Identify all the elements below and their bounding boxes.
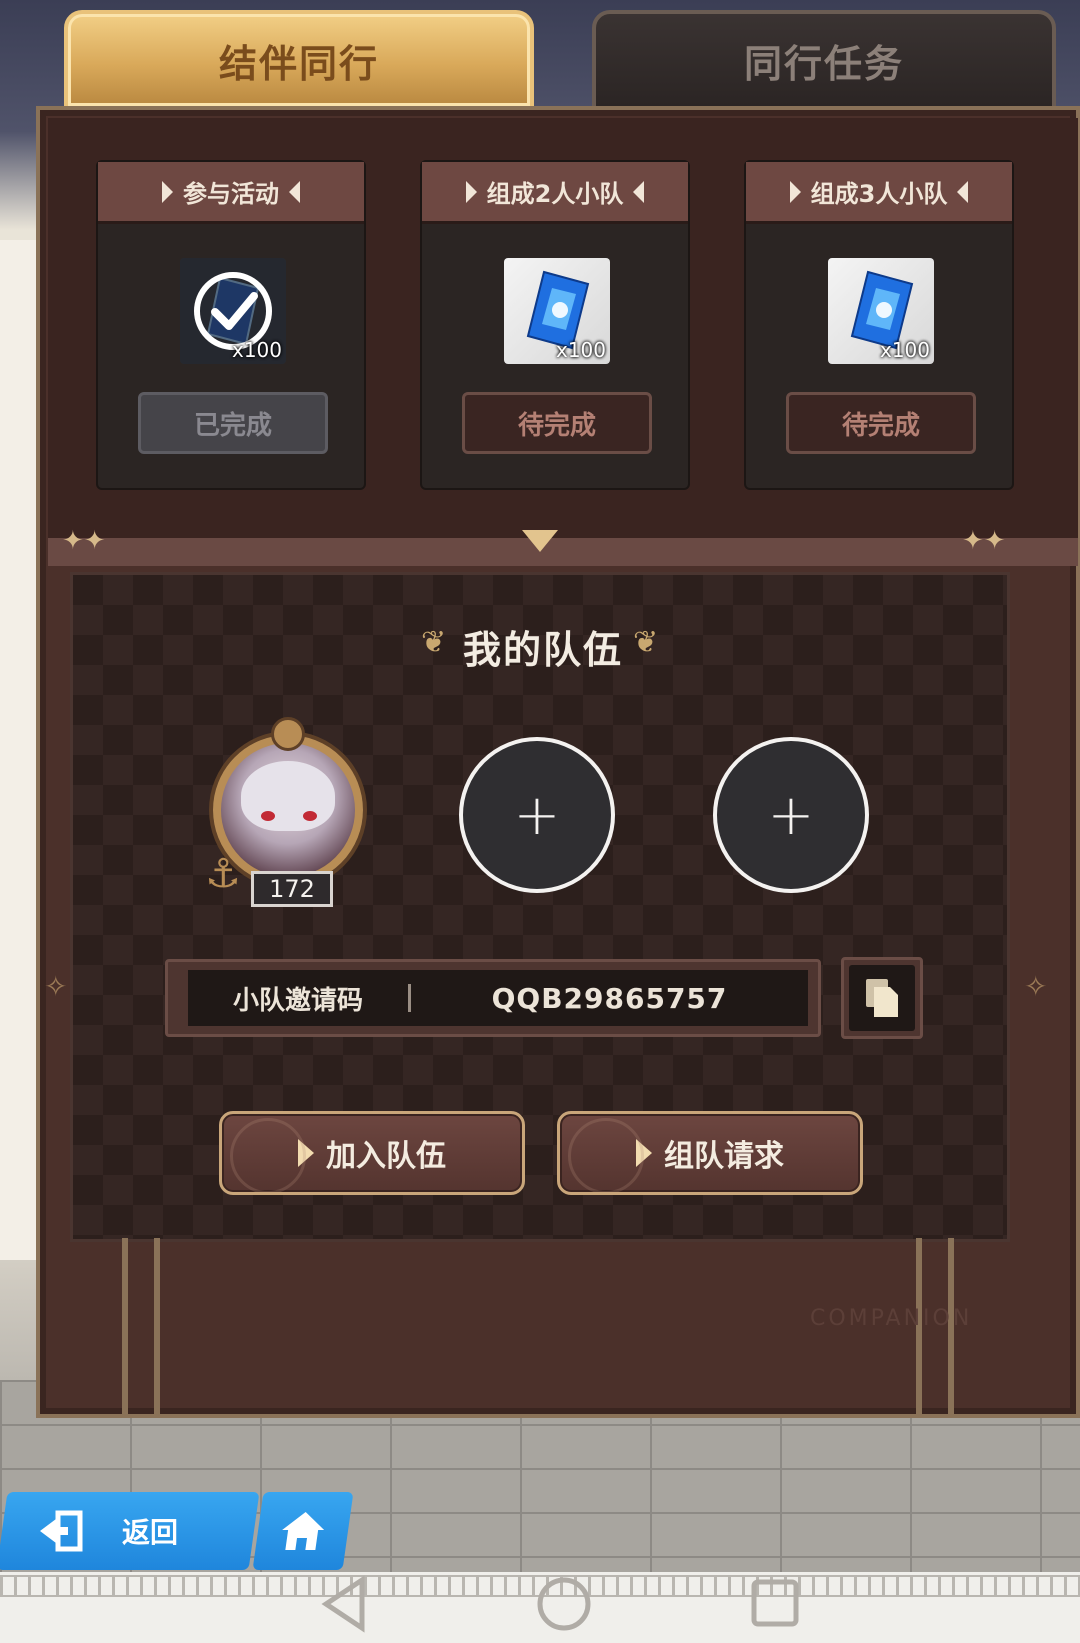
invite-code-bar: 小队邀请码 QQB29865757 <box>165 959 821 1037</box>
reward-item[interactable]: x100 <box>504 258 610 364</box>
ornament-icon: ✧ <box>1024 970 1048 1003</box>
arrow-right-icon <box>789 180 801 203</box>
task-status-button[interactable]: 待完成 <box>786 392 976 454</box>
join-team-label: 加入队伍 <box>326 1139 446 1174</box>
team-request-label: 组队请求 <box>664 1139 784 1174</box>
system-home-icon[interactable] <box>534 1574 594 1634</box>
copy-button-inner <box>849 965 915 1031</box>
team-request-button[interactable]: 组队请求 <box>557 1111 863 1195</box>
task-title: 组成2人小队 <box>486 180 624 208</box>
home-button[interactable] <box>252 1492 354 1570</box>
laurel-right-icon: ❦ <box>633 625 659 660</box>
leader-level-badge: 172 <box>251 871 333 907</box>
arrow-left-icon <box>633 180 645 203</box>
compass-crest-icon <box>271 717 305 751</box>
section-divider <box>48 538 1078 566</box>
arrow-right-icon <box>162 180 173 203</box>
main-panel: 参与活动 x100 已完成 组成2人小队 x100 待完成 组成3人小队 x10… <box>36 106 1080 1418</box>
copy-icon <box>866 979 898 1017</box>
task-header: 参与活动 <box>98 162 364 224</box>
reward-item[interactable]: x100 <box>828 258 934 364</box>
task-header: 组成2人小队 <box>422 162 688 224</box>
task-title: 组成3人小队 <box>810 180 948 208</box>
avatar-eyes <box>261 811 317 821</box>
system-recents-icon[interactable] <box>748 1574 802 1634</box>
add-member-button[interactable]: + <box>713 737 869 893</box>
arrow-right-icon <box>465 180 477 203</box>
arrow-left-icon <box>957 180 969 203</box>
invite-code-label: 小队邀请码 <box>232 985 363 1016</box>
task-area: 参与活动 x100 已完成 组成2人小队 x100 待完成 组成3人小队 x10… <box>48 118 1078 538</box>
decorative-pillar <box>154 1238 160 1418</box>
back-button[interactable]: 返回 <box>20 1492 250 1570</box>
down-arrow-icon <box>522 530 558 552</box>
my-team-box: ❦ 我的队伍 ❦ ⚓ 172 + + 小队邀请码 QQB29865757 加入队… <box>70 572 1010 1242</box>
watermark-text: COMPANION <box>810 1306 973 1331</box>
sparkle-icon: ✦✦ <box>962 526 1006 556</box>
decorative-pillar <box>122 1238 128 1418</box>
system-back-icon[interactable] <box>318 1574 368 1634</box>
reward-count: x100 <box>231 338 282 362</box>
background-left-page <box>0 240 40 1260</box>
reward-count: x100 <box>879 338 930 362</box>
invite-code-value: QQB29865757 <box>491 981 728 1015</box>
join-team-button[interactable]: 加入队伍 <box>219 1111 525 1195</box>
task-status-button[interactable]: 已完成 <box>138 392 328 454</box>
team-title: 我的队伍 <box>462 628 623 672</box>
arrow-left-icon <box>289 180 300 203</box>
compass-decoration <box>230 1118 306 1192</box>
task-card: 组成3人小队 x100 待完成 <box>744 160 1014 490</box>
ornament-icon: ✧ <box>44 970 68 1003</box>
task-card: 参与活动 x100 已完成 <box>96 160 366 490</box>
reward-item[interactable]: x100 <box>180 258 286 364</box>
home-icon <box>282 1512 325 1550</box>
reward-count: x100 <box>555 338 606 362</box>
task-card: 组成2人小队 x100 待完成 <box>420 160 690 490</box>
tab-companion-tasks[interactable]: 同行任务 <box>592 10 1056 110</box>
compass-decoration <box>568 1118 644 1192</box>
task-header: 组成3人小队 <box>746 162 1012 224</box>
sparkle-icon: ✦✦ <box>62 526 106 556</box>
task-title: 参与活动 <box>183 180 279 208</box>
invite-code-field: 小队邀请码 QQB29865757 <box>188 970 808 1026</box>
task-status-button[interactable]: 待完成 <box>462 392 652 454</box>
anchor-icon: ⚓ <box>205 851 241 897</box>
add-member-button[interactable]: + <box>459 737 615 893</box>
exit-door-icon <box>40 1510 83 1552</box>
back-label: 返回 <box>122 1516 179 1549</box>
tab-companion[interactable]: 结伴同行 <box>64 10 534 110</box>
copy-invite-code-button[interactable] <box>841 957 923 1039</box>
